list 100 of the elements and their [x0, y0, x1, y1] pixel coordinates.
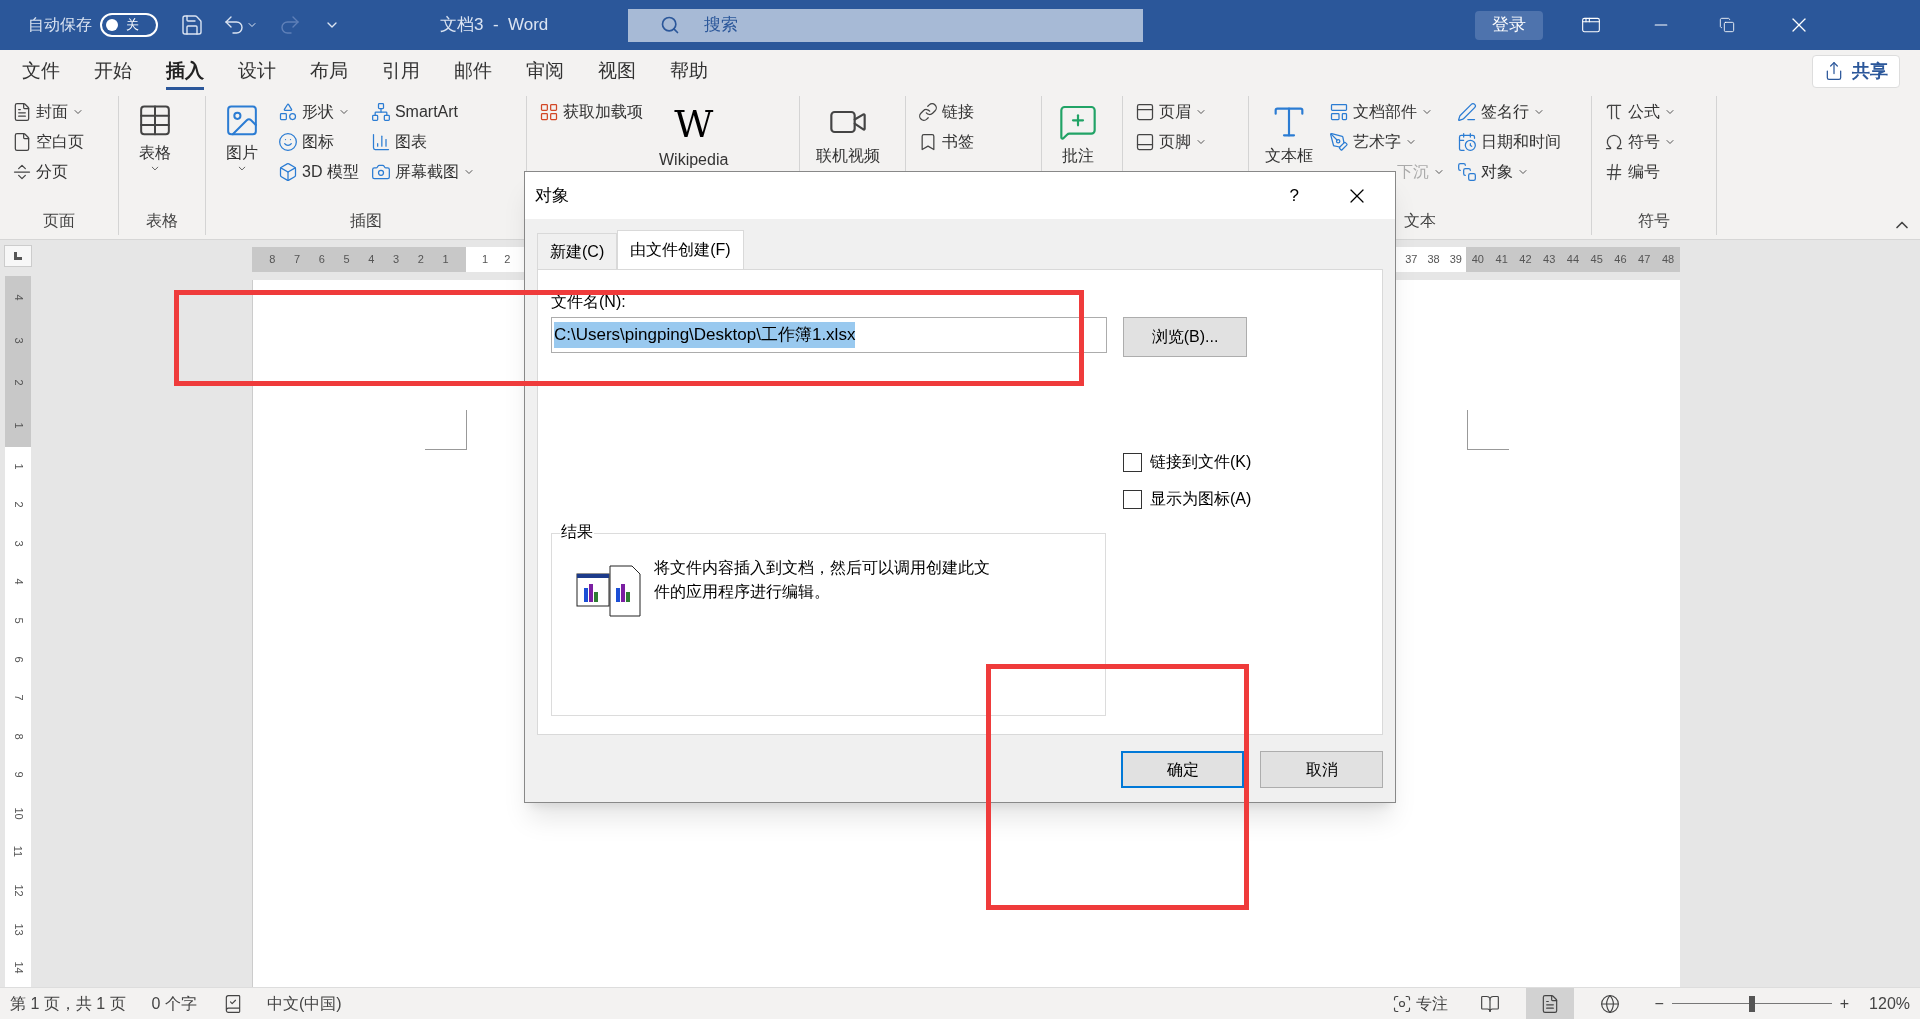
ribbon-tab[interactable]: 引用: [382, 52, 420, 90]
ribbon-icon: [1457, 162, 1477, 182]
ruler-number: 46: [1614, 254, 1627, 265]
share-button[interactable]: 共享: [1812, 54, 1900, 88]
ribbon-button[interactable]: 图片: [218, 98, 266, 174]
ribbon-button[interactable]: 获取加载项: [539, 98, 643, 126]
ribbon-icon: [370, 102, 391, 122]
ribbon-button[interactable]: 图标: [278, 128, 359, 156]
ribbon-button[interactable]: 屏幕截图: [370, 158, 475, 186]
ribbon-button[interactable]: 编号: [1604, 158, 1676, 186]
ribbon-button[interactable]: SmartArt: [370, 98, 475, 126]
ribbon-button[interactable]: 文档部件: [1329, 98, 1445, 126]
focus-button[interactable]: 专注: [1392, 991, 1449, 1016]
ruler-number: 48: [1661, 254, 1675, 265]
search-field[interactable]: 搜索: [628, 8, 1144, 42]
ribbon-button[interactable]: 联机视频: [812, 98, 884, 174]
ribbon-icon: [278, 132, 298, 152]
ruler-number: 45: [1590, 254, 1603, 265]
ribbon-icon: [1604, 162, 1624, 182]
result-title: 结果: [560, 522, 594, 542]
ribbon-button[interactable]: 符号: [1604, 128, 1676, 156]
ribbon-icon: [539, 102, 559, 122]
browse-button[interactable]: 浏览(B)...: [1123, 317, 1247, 357]
login-button[interactable]: 登录: [1475, 10, 1544, 40]
language-label[interactable]: 中文(中国): [266, 991, 342, 1016]
ribbon-button[interactable]: 形状: [278, 98, 359, 126]
checkbox-label[interactable]: 链接到文件(K): [1150, 450, 1252, 474]
ruler-number: 39: [1449, 254, 1462, 265]
group-label: 表格: [146, 211, 178, 231]
ribbon-button[interactable]: W Wikipedia: [655, 98, 733, 174]
ribbon-button[interactable]: 文本框: [1261, 98, 1317, 174]
ribbon-button[interactable]: 日期和时间: [1457, 128, 1561, 156]
ruler-number: 3: [393, 254, 400, 265]
checkbox[interactable]: [1123, 489, 1142, 509]
ruler-number: 2: [12, 501, 24, 508]
ruler-number: 4: [12, 294, 24, 301]
ribbon-tab[interactable]: 设计: [238, 52, 276, 90]
ribbon-button[interactable]: 表格: [131, 98, 179, 174]
ruler-number: 2: [504, 254, 511, 265]
save-icon[interactable]: [180, 13, 204, 37]
ribbon-icon: [918, 102, 938, 122]
ribbon-button[interactable]: 对象: [1457, 158, 1561, 186]
ribbon-button[interactable]: 图表: [370, 128, 475, 156]
ribbon-button[interactable]: 页眉: [1135, 98, 1207, 126]
ribbon-button[interactable]: 页脚: [1135, 128, 1207, 156]
checkbox-label[interactable]: 显示为图标(A): [1150, 487, 1252, 511]
ribbon-icon: [370, 132, 391, 152]
ribbon-icon: [12, 162, 32, 182]
ruler-number: 2: [12, 379, 24, 386]
zoom-out-button[interactable]: −: [1654, 991, 1664, 1016]
ribbon-button[interactable]: 封面: [12, 98, 84, 126]
file-name-field[interactable]: C:\Users\pingping\Desktop\工作簿1.xlsx: [551, 317, 1107, 353]
ribbon-button[interactable]: 分页: [12, 158, 84, 186]
ruler-number: 7: [294, 254, 301, 265]
ribbon-button[interactable]: 3D 模型: [278, 158, 359, 186]
zoom-slider[interactable]: [1671, 995, 1832, 1012]
ruler-number: 44: [1566, 254, 1580, 265]
view-button[interactable]: [1526, 988, 1575, 1019]
ribbon-tab[interactable]: 布局: [310, 52, 348, 90]
ribbon-icon: [1457, 132, 1477, 152]
ribbon-display-icon[interactable]: [1581, 15, 1602, 35]
ruler-number: 4: [368, 254, 375, 265]
ribbon-button[interactable]: 艺术字: [1329, 128, 1445, 156]
ribbon-button[interactable]: 空白页: [12, 128, 84, 156]
ribbon-tab[interactable]: 邮件: [454, 52, 492, 90]
ribbon-icon: [278, 102, 298, 122]
tab-selector[interactable]: [4, 245, 32, 267]
restore-icon[interactable]: [1719, 17, 1736, 33]
ribbon-button[interactable]: 批注: [1054, 98, 1102, 174]
ribbon-icon: [1604, 102, 1624, 122]
ribbon-button[interactable]: 书签: [918, 128, 974, 156]
zoom-slider-thumb[interactable]: [1748, 995, 1755, 1012]
ribbon-tab[interactable]: 审阅: [526, 52, 564, 90]
ribbon-button[interactable]: 签名行: [1457, 98, 1561, 126]
search-input[interactable]: 搜索: [704, 12, 1005, 38]
ribbon-icon: [1135, 102, 1155, 122]
ribbon-tab[interactable]: 帮助: [670, 52, 708, 90]
ribbon-tab[interactable]: 视图: [598, 52, 636, 90]
group-label: 文本: [1404, 211, 1436, 231]
autosave-label: 自动保存: [28, 15, 92, 35]
dialog-button[interactable]: 取消: [1260, 751, 1383, 788]
group-label: 符号: [1638, 211, 1670, 231]
ribbon-tab[interactable]: 开始: [94, 52, 132, 90]
ruler-number: 8: [269, 254, 276, 265]
ruler-number: 42: [1519, 254, 1532, 265]
dialog-button[interactable]: 确定: [1121, 751, 1244, 788]
ribbon-button[interactable]: 公式: [1604, 98, 1676, 126]
checkbox[interactable]: [1123, 452, 1142, 472]
dialog-tab[interactable]: 新建(C): [537, 233, 618, 269]
ruler-number: 14: [12, 961, 24, 974]
ribbon-tab[interactable]: 文件: [22, 52, 60, 90]
ribbon-icon: [1329, 132, 1349, 152]
autosave-toggle[interactable]: 关: [100, 13, 158, 37]
ruler-number: 6: [318, 254, 325, 265]
zoom-in-button[interactable]: +: [1839, 991, 1850, 1016]
dialog-tab[interactable]: 由文件创建(F): [617, 230, 744, 269]
ruler-number: 2: [417, 254, 424, 265]
help-button[interactable]: ?: [1289, 182, 1299, 209]
zoom-level[interactable]: 120%: [1869, 991, 1910, 1016]
ribbon-button[interactable]: 链接: [918, 98, 974, 126]
